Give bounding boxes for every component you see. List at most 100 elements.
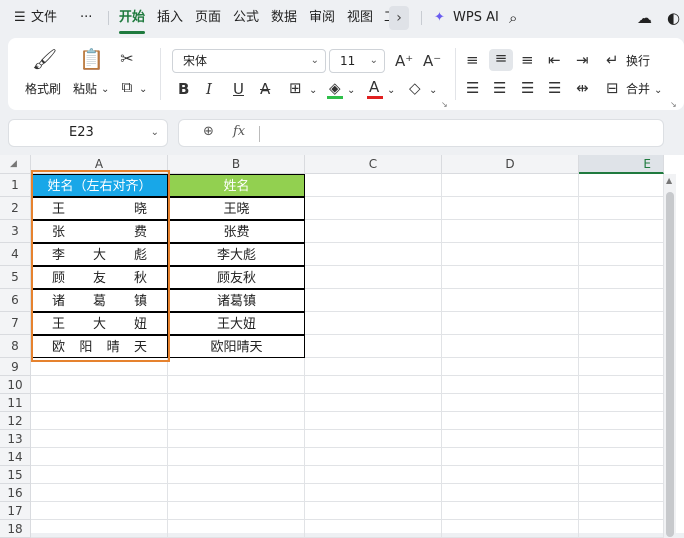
table-cell[interactable] [168,448,305,466]
table-cell[interactable] [305,412,442,430]
strikethrough-icon[interactable]: A [260,80,270,98]
row-header[interactable]: 10 [0,376,31,394]
cell-a1-header[interactable]: 姓名（左右对齐） [31,174,168,197]
table-cell-name[interactable]: 王大妞 [168,312,305,335]
table-cell[interactable] [579,174,664,197]
column-header-e[interactable]: E [579,155,664,174]
font-name-select[interactable]: 宋体 ⌄ [172,49,326,73]
row-header[interactable]: 14 [0,448,31,466]
dialog-launcher-icon[interactable]: ↘ [670,96,677,114]
table-cell[interactable] [442,502,579,520]
distributed-align-icon[interactable]: ⇹ [576,79,589,97]
table-cell-name-distributed[interactable]: 顾友秋 [31,266,168,289]
table-cell[interactable] [31,376,168,394]
tab-formula[interactable]: 公式 [233,9,259,27]
align-right-icon[interactable]: ☰ [521,79,534,97]
merge-label[interactable]: 合并 [626,80,650,97]
table-cell[interactable] [579,312,664,335]
table-cell[interactable] [168,520,305,538]
table-cell[interactable] [305,430,442,448]
row-header[interactable]: 18 [0,520,31,538]
table-cell[interactable] [168,430,305,448]
increase-indent-icon[interactable]: ⇥ [576,51,589,69]
table-cell-name[interactable]: 李大彪 [168,243,305,266]
row-header[interactable]: 11 [0,394,31,412]
decrease-font-icon[interactable]: A⁻ [423,52,441,70]
table-cell-name-distributed[interactable]: 王晓 [31,197,168,220]
row-header[interactable]: 2 [0,197,31,220]
table-cell-name-distributed[interactable]: 诸葛镇 [31,289,168,312]
chevron-down-icon[interactable]: ⌄ [347,82,355,100]
align-center-icon[interactable]: ☰ [493,79,506,97]
vertical-scrollbar[interactable]: ▲ [664,174,676,537]
chevron-down-icon[interactable]: ⌄ [654,82,662,100]
table-cell[interactable] [579,266,664,289]
table-cell[interactable] [442,174,579,197]
menu-file[interactable]: 文件 [31,9,57,27]
row-header[interactable]: 9 [0,358,31,376]
chevron-down-icon[interactable]: ⌄ [387,82,395,100]
collab-icon[interactable]: ◐ [667,9,680,27]
row-header[interactable]: 8 [0,335,31,358]
table-cell[interactable] [579,376,664,394]
row-header[interactable]: 17 [0,502,31,520]
copy-icon[interactable]: ⧉ [118,78,136,96]
scroll-up-icon[interactable]: ▲ [666,176,672,185]
format-painter-label[interactable]: 格式刷 [25,80,61,97]
table-cell[interactable] [305,502,442,520]
tab-view[interactable]: 视图 [347,9,373,27]
table-cell-name[interactable]: 王晓 [168,197,305,220]
paste-icon[interactable]: 📋 [79,49,104,69]
table-cell[interactable] [31,502,168,520]
merge-cells-icon[interactable]: ⊟ [606,79,619,97]
table-cell[interactable] [31,412,168,430]
table-cell[interactable] [579,394,664,412]
column-header-b[interactable]: B [168,155,305,174]
cut-icon[interactable]: ✂ [118,50,136,68]
chevron-down-icon[interactable]: ⌄ [101,81,109,99]
table-cell-name[interactable]: 顾友秋 [168,266,305,289]
table-cell[interactable] [168,358,305,376]
table-cell[interactable] [442,466,579,484]
table-cell[interactable] [305,484,442,502]
table-cell[interactable] [579,243,664,266]
table-cell[interactable] [579,358,664,376]
table-cell[interactable] [579,520,664,538]
row-header[interactable]: 1 [0,174,31,197]
table-cell[interactable] [305,358,442,376]
row-header[interactable]: 15 [0,466,31,484]
table-cell[interactable] [168,412,305,430]
tab-page[interactable]: 页面 [195,9,221,27]
decrease-indent-icon[interactable]: ⇤ [548,51,561,69]
table-cell[interactable] [579,502,664,520]
column-header-c[interactable]: C [305,155,442,174]
table-cell[interactable] [305,289,442,312]
table-cell[interactable] [168,394,305,412]
table-cell[interactable] [579,412,664,430]
table-cell[interactable] [579,289,664,312]
row-header[interactable]: 3 [0,220,31,243]
table-cell-name[interactable]: 欧阳晴天 [168,335,305,358]
row-header[interactable]: 6 [0,289,31,312]
wps-ai-button[interactable]: WPS AI [453,9,499,27]
dialog-launcher-icon[interactable]: ↘ [441,96,448,114]
table-cell-name-distributed[interactable]: 王大妞 [31,312,168,335]
table-cell[interactable] [31,448,168,466]
bold-icon[interactable]: B [178,80,189,98]
menu-more[interactable]: ··· [80,9,92,27]
format-painter-icon[interactable]: 🖌 [32,49,57,69]
align-left-icon[interactable]: ☰ [466,79,479,97]
fx-icon[interactable]: fx [233,124,245,139]
align-bottom-icon[interactable]: ≡ [521,51,534,69]
column-header-a[interactable]: A [31,155,168,174]
table-cell[interactable] [442,520,579,538]
justify-icon[interactable]: ☰ [548,79,561,97]
chevron-down-icon[interactable]: ⌄ [309,82,317,100]
row-header[interactable]: 7 [0,312,31,335]
row-header[interactable]: 13 [0,430,31,448]
wrap-text-icon[interactable]: ↵ [606,51,619,69]
clear-format-icon[interactable]: ◇ [409,79,421,97]
table-cell[interactable] [442,448,579,466]
table-cell[interactable] [31,394,168,412]
zoom-icon[interactable]: ⊕ [203,124,214,139]
